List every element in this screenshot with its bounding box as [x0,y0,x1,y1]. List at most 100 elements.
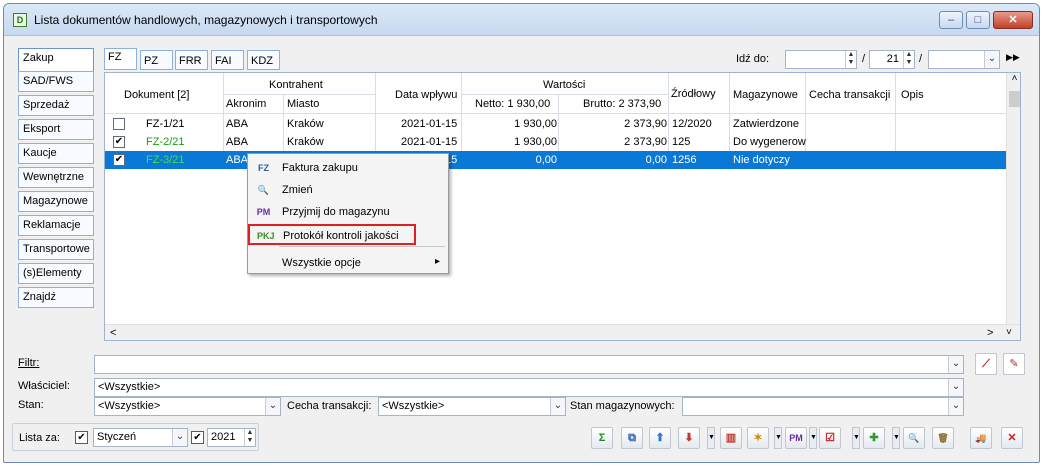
minimize-button[interactable]: – [939,11,963,29]
goto-date-spin-icon[interactable]: ▲ ▼ [845,51,856,68]
delete-icon[interactable]: 🗑 [932,427,954,449]
vertical-scrollbar[interactable]: ˄ [1006,73,1020,325]
period-month-select[interactable]: Styczeń ⌄ [93,428,188,447]
col-header-opis[interactable]: Opis [901,89,924,101]
goto-number-input[interactable]: 21 ▲ ▼ [869,50,915,69]
chevron-down-icon: ⌄ [550,398,565,415]
owner-value: <Wszystkie> [98,381,161,393]
menu-item[interactable]: 🔍 Zmień [249,180,447,201]
side-tab[interactable]: (s)Elementy [18,263,94,284]
goto-separator-2: / [919,53,923,65]
scroll-left-icon[interactable]: < [110,327,116,339]
period-year-value: 2021 [211,431,236,443]
chevron-down-icon: ⌄ [265,398,280,415]
close-window-button[interactable]: ✕ [993,11,1033,29]
cell-netto: 1 930,00 [514,136,557,148]
approve-icon[interactable]: ☑ [819,427,841,449]
doc-tab[interactable]: FAI [211,50,244,70]
cell-miasto: Kraków [287,136,324,148]
side-tab[interactable]: Reklamacje [18,215,94,236]
row-checkbox[interactable]: ✔ [113,136,125,148]
sum-icon[interactable]: Σ [591,427,613,449]
table-row[interactable]: ✔FZ-3/21ABAKraków2021-01-150,000,001256N… [105,151,1006,169]
col-header-miasto[interactable]: Miasto [287,98,319,110]
col-header-cecha[interactable]: Cecha transakcji [809,89,890,101]
col-header-dokument[interactable]: Dokument [2] [124,89,189,101]
period-year-input[interactable]: 2021 ▲ ▼ [207,428,256,447]
col-header-wartosci[interactable]: Wartości [543,79,585,91]
maximize-button[interactable]: □ [966,11,990,29]
side-tab[interactable]: Eksport [18,119,94,140]
chevron-down-icon[interactable]: ▼ [852,427,860,449]
add-icon[interactable]: ✚ [863,427,885,449]
cell-data: 2021-01-15 [401,118,458,130]
state-value: <Wszystkie> [98,400,161,412]
goto-date-input[interactable]: ▲ ▼ [785,50,857,69]
col-header-magazynowe[interactable]: Magazynowe [733,89,798,101]
import-icon[interactable]: ⬇ [678,427,700,449]
chevron-down-icon[interactable]: ▼ [774,427,782,449]
close-icon[interactable]: ✕ [1001,427,1023,449]
menu-item[interactable]: PM Przyjmij do magazynu [249,202,447,223]
side-tab[interactable]: SAD/FWS [18,71,94,92]
col-header-netto[interactable]: Netto: 1 930,00 [475,98,550,110]
filter-input[interactable]: ⌄ [94,355,964,374]
goto-number-spin-icon[interactable]: ▲ ▼ [903,51,914,68]
doc-tab[interactable]: PZ [140,50,173,70]
warehouse-state-select[interactable]: ⌄ [682,397,964,416]
chevron-down-icon[interactable]: ▼ [707,427,715,449]
owner-select[interactable]: <Wszystkie> ⌄ [94,378,964,397]
state-label: Stan: [18,399,44,411]
side-tab[interactable]: Transportowe [18,239,94,260]
export-icon[interactable]: ⬆ [649,427,671,449]
side-tab[interactable]: Znajdź [18,287,94,308]
chevron-down-icon[interactable]: ▼ [892,427,900,449]
row-checkbox[interactable] [113,118,125,130]
chevron-down-icon[interactable]: ▼ [809,427,817,449]
magic-icon[interactable]: ✶ [747,427,769,449]
build-filter-icon[interactable]: ✎ [1003,353,1025,375]
col-header-akronim[interactable]: Akronim [226,98,266,110]
period-month-checkbox[interactable]: ✔ [75,431,88,444]
scroll-down-icon[interactable]: ˅ [1006,327,1012,338]
side-tab[interactable]: Kaucje [18,143,94,164]
col-header-kontrahent[interactable]: Kontrahent [269,79,323,91]
doc-tab[interactable]: FRR [175,50,208,70]
side-tab[interactable]: Sprzedaż [18,95,94,116]
doc-tab[interactable]: KDZ [247,50,280,70]
side-tab[interactable]: Magazynowe [18,191,94,212]
search-icon[interactable]: 🔍 [903,427,925,449]
menu-item[interactable]: PKJ Protokół kontroli jakości [248,224,416,245]
col-header-brutto[interactable]: Brutto: 2 373,90 [583,98,661,110]
copy-documents-icon[interactable]: ⧉ [621,427,643,449]
goto-select[interactable]: ⌄ [928,50,1000,69]
side-tab[interactable]: Zakup [18,48,94,72]
window-title: Lista dokumentów handlowych, magazynowyc… [34,13,378,27]
filter-label: Filtr: [18,357,40,369]
scroll-right-icon[interactable]: > [987,327,993,339]
menu-item-all-options[interactable]: Wszystkie opcje ▸ [249,253,447,274]
report-icon[interactable]: ▥ [720,427,742,449]
period-year-checkbox[interactable]: ✔ [191,431,204,444]
col-header-zrodlowy[interactable]: Źródłowy [671,88,716,100]
table-row[interactable]: FZ-1/21 ABA Kraków 2021-01-15 1 930,00 2 373,… [105,115,1006,133]
horizontal-scrollbar[interactable]: < > ˅ [105,324,1020,340]
year-spin-icon[interactable]: ▲ ▼ [244,429,255,446]
clear-filter-icon[interactable]: ⟋ [975,353,997,375]
state-select[interactable]: <Wszystkie> ⌄ [94,397,281,416]
transaction-feature-select[interactable]: <Wszystkie> ⌄ [378,397,566,416]
table-row[interactable]: ✔ FZ-2/21 ABA Kraków 2021-01-15 1 930,00 2 373… [105,133,1006,151]
side-tab[interactable]: Wewnętrzne [18,167,94,188]
menu-item-label: Wszystkie opcje [282,257,361,269]
chevron-down-icon: ⌄ [172,429,187,446]
col-header-data[interactable]: Data wpływu [395,89,457,101]
vertical-scroll-thumb[interactable] [1009,91,1020,107]
truck-icon[interactable]: 🚚 [970,427,992,449]
fast-forward-icon[interactable]: ▶▶ [1006,52,1020,63]
pm-icon[interactable]: PM [785,427,807,449]
scroll-up-icon[interactable]: ˄ [1007,73,1020,84]
transaction-feature-label: Cecha transakcji: [287,400,372,412]
row-checkbox[interactable]: ✔ [113,154,125,166]
menu-item[interactable]: FZ Faktura zakupu [249,158,447,179]
doc-tab[interactable]: FZ [104,48,137,70]
